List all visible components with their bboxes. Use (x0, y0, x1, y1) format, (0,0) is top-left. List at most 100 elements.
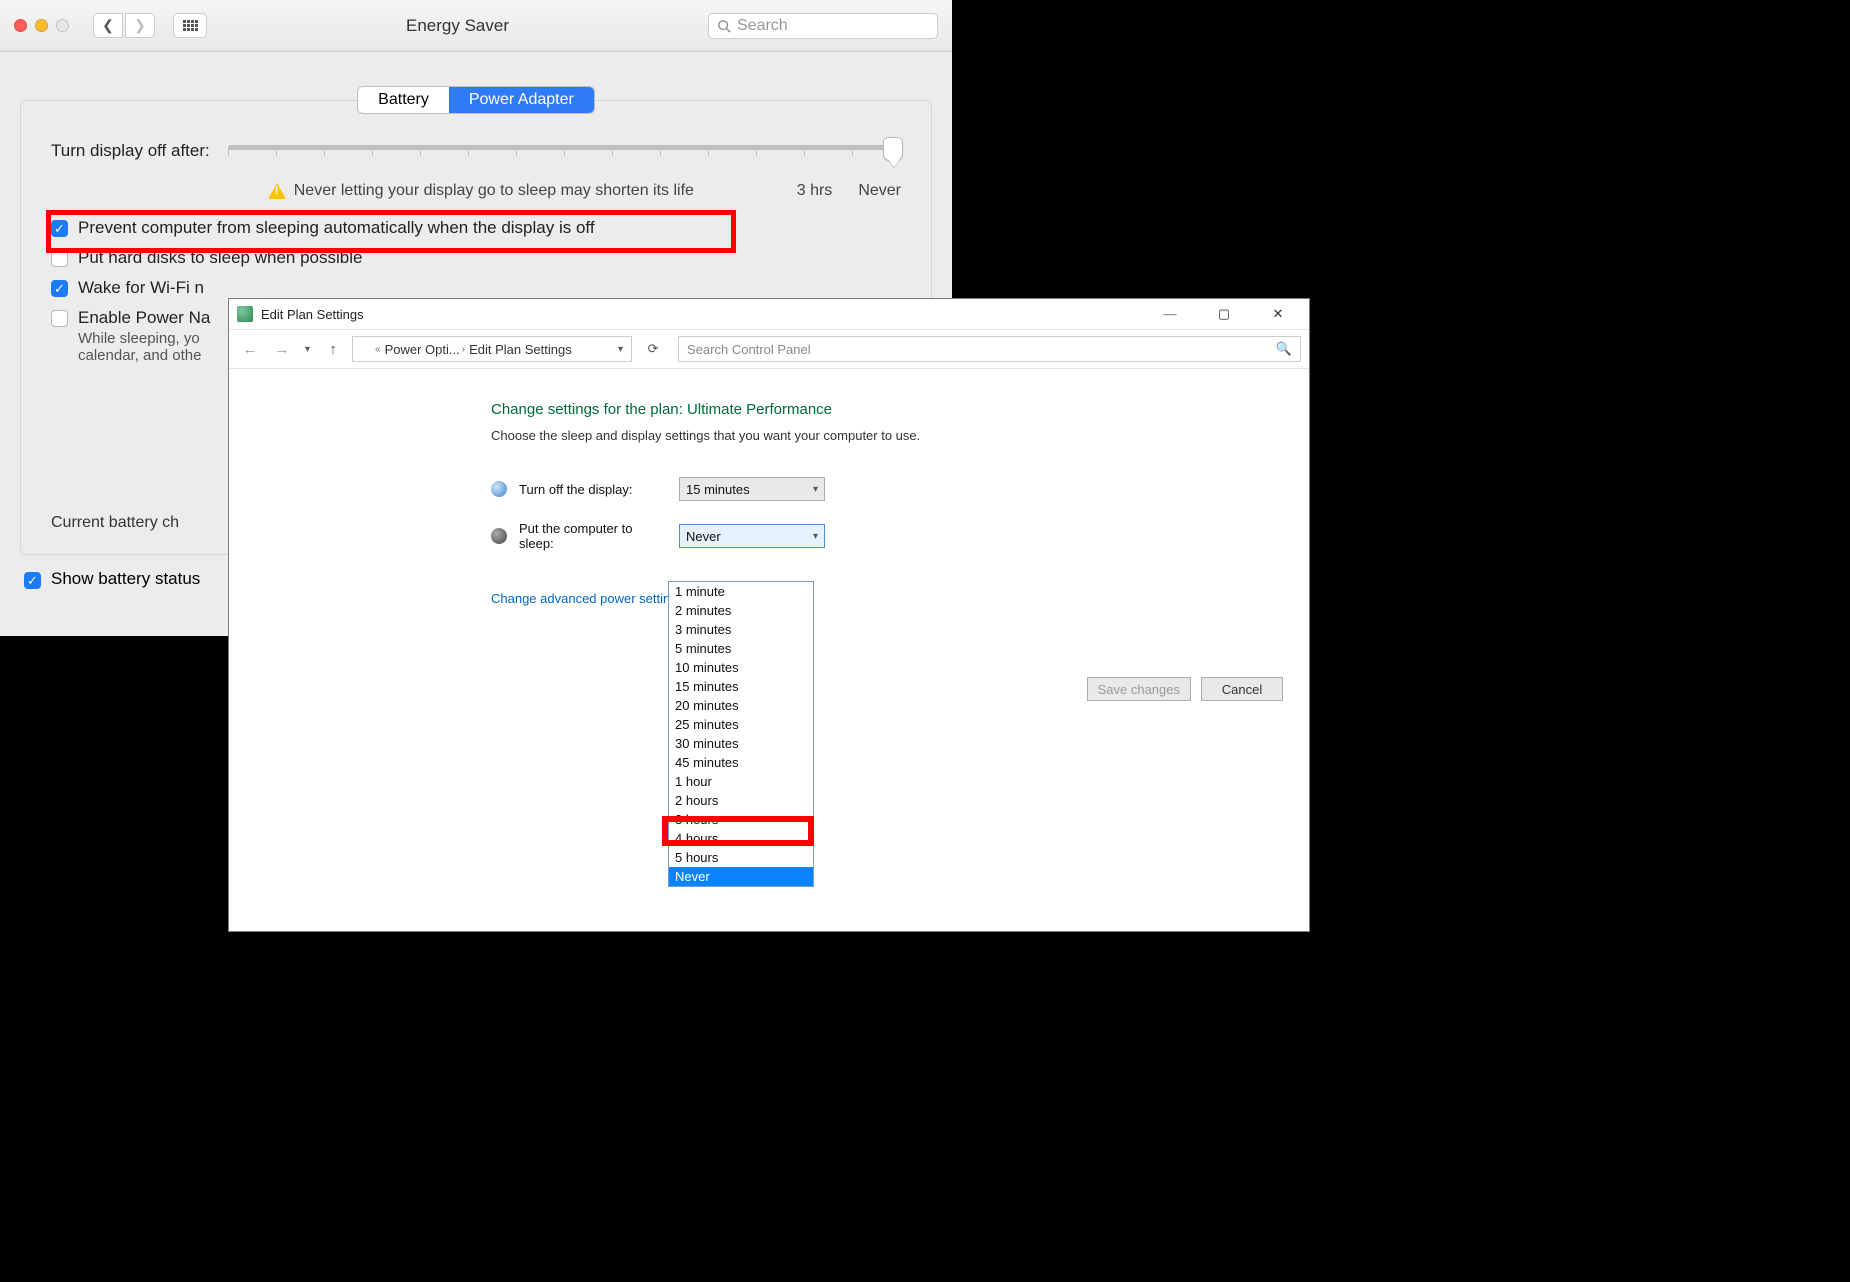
breadcrumb-1[interactable]: Power Opti... › (385, 342, 465, 357)
sleep-option[interactable]: 2 minutes (669, 601, 813, 620)
turn-off-display-label: Turn off the display: (519, 482, 667, 497)
display-warning: Never letting your display go to sleep m… (268, 182, 694, 200)
win-search-placeholder: Search Control Panel (687, 342, 811, 357)
cancel-button[interactable]: Cancel (1201, 677, 1283, 701)
win-titlebar: Edit Plan Settings ― ▢ ✕ (229, 299, 1309, 329)
slider-legend: Never letting your display go to sleep m… (228, 182, 901, 200)
put-sleep-label: Put the computer to sleep: (519, 521, 667, 551)
checkbox-show-status[interactable] (24, 572, 41, 589)
win-buttons: Save changes Cancel (1087, 677, 1283, 701)
checkbox-wake-wifi[interactable] (51, 280, 68, 297)
back-button[interactable]: ❮ (93, 13, 123, 38)
address-bar[interactable]: « Power Opti... › Edit Plan Settings ▾ (352, 336, 632, 362)
opt-wake-wifi[interactable]: Wake for Wi-Fi n (51, 278, 911, 298)
sleep-option[interactable]: 10 minutes (669, 658, 813, 677)
checkbox-power-nap[interactable] (51, 310, 68, 327)
display-off-row: Turn display off after: Never letting yo… (51, 145, 911, 200)
label-hard-disks: Put hard disks to sleep when possible (78, 248, 362, 268)
window-traffic-lights (14, 19, 69, 32)
save-changes-button[interactable]: Save changes (1087, 677, 1191, 701)
sleep-option[interactable]: 25 minutes (669, 715, 813, 734)
row-turn-off-display: Turn off the display: 15 minutes ▾ (491, 477, 1309, 501)
search-field[interactable]: Search (708, 13, 938, 39)
close-button[interactable]: ✕ (1255, 299, 1301, 329)
slider-mark-3hrs: 3 hrs (797, 182, 833, 200)
sleep-option[interactable]: 2 hours (669, 791, 813, 810)
label-prevent-sleep: Prevent computer from sleeping automatic… (78, 218, 595, 238)
turn-off-display-value: 15 minutes (686, 482, 750, 497)
sleep-option[interactable]: 3 hours (669, 810, 813, 829)
search-placeholder: Search (737, 17, 788, 35)
minimize-button[interactable]: ― (1147, 299, 1193, 329)
search-icon: 🔍 (1276, 341, 1292, 357)
sleep-option[interactable]: 20 minutes (669, 696, 813, 715)
opt-hard-disks[interactable]: Put hard disks to sleep when possible (51, 248, 911, 268)
warning-icon (268, 183, 286, 199)
sleep-option[interactable]: 45 minutes (669, 753, 813, 772)
slider-mark-never: Never (858, 182, 901, 200)
sleep-option[interactable]: 5 minutes (669, 639, 813, 658)
label-power-nap: Enable Power Na While sleeping, yo calen… (78, 308, 210, 364)
plan-heading: Change settings for the plan: Ultimate P… (491, 401, 1309, 418)
close-icon[interactable] (14, 19, 27, 32)
sleep-option[interactable]: Never (669, 867, 813, 886)
sleep-option[interactable]: 3 minutes (669, 620, 813, 639)
tab-power-adapter[interactable]: Power Adapter (449, 87, 594, 113)
sleep-option[interactable]: 1 hour (669, 772, 813, 791)
put-sleep-select[interactable]: Never ▾ (679, 524, 825, 548)
advanced-power-link[interactable]: Change advanced power settings (491, 591, 684, 606)
show-all-button[interactable] (173, 13, 207, 38)
nav-back[interactable]: ← (237, 341, 263, 358)
breadcrumb-2[interactable]: Edit Plan Settings (469, 342, 572, 357)
sleep-icon (491, 528, 507, 544)
sleep-option[interactable]: 1 minute (669, 582, 813, 601)
win-title-text: Edit Plan Settings (261, 307, 364, 322)
warning-text: Never letting your display go to sleep m… (294, 182, 694, 200)
checkbox-hard-disks[interactable] (51, 250, 68, 267)
sleep-option[interactable]: 5 hours (669, 848, 813, 867)
tab-battery[interactable]: Battery (358, 87, 449, 113)
win-navbar: ← → ▾ ↑ « Power Opti... › Edit Plan Sett… (229, 329, 1309, 369)
chevron-down-icon: ▾ (813, 531, 818, 542)
display-icon (491, 481, 507, 497)
label-show-status: Show battery status (51, 569, 200, 589)
grid-icon (183, 20, 198, 31)
win-search-field[interactable]: Search Control Panel 🔍 (678, 336, 1301, 362)
slider-thumb[interactable] (883, 137, 903, 161)
sleep-option[interactable]: 30 minutes (669, 734, 813, 753)
power-nap-title: Enable Power Na (78, 308, 210, 327)
chevron-down-icon: ▾ (813, 484, 818, 495)
nav-history[interactable]: ▾ (301, 344, 314, 355)
maximize-icon[interactable] (56, 19, 69, 32)
minimize-icon[interactable] (35, 19, 48, 32)
maximize-button[interactable]: ▢ (1201, 299, 1247, 329)
forward-button[interactable]: ❯ (125, 13, 155, 38)
breadcrumb-sep-0: « (375, 344, 381, 355)
power-nap-subtext: While sleeping, yo calendar, and othe (78, 330, 210, 364)
put-sleep-value: Never (686, 529, 721, 544)
power-icon (237, 306, 253, 322)
nav-up[interactable]: ↑ (320, 341, 346, 358)
sleep-dropdown-list[interactable]: 1 minute2 minutes3 minutes5 minutes10 mi… (668, 581, 814, 887)
turn-off-display-select[interactable]: 15 minutes ▾ (679, 477, 825, 501)
nav-forward[interactable]: → (269, 341, 295, 358)
display-off-label: Turn display off after: (51, 141, 210, 161)
battery-charge-label: Current battery ch (51, 514, 179, 531)
search-icon (717, 19, 731, 33)
window-title: Energy Saver (219, 16, 696, 36)
display-off-slider[interactable]: Never letting your display go to sleep m… (228, 145, 901, 200)
plan-desc: Choose the sleep and display settings th… (491, 428, 1309, 443)
power-icon-small (357, 342, 371, 356)
mac-titlebar: ❮ ❯ Energy Saver Search (0, 0, 952, 52)
win-body: Change settings for the plan: Ultimate P… (229, 369, 1309, 931)
refresh-button[interactable]: ⟳ (638, 341, 668, 357)
sleep-option[interactable]: 4 hours (669, 829, 813, 848)
checkbox-prevent-sleep[interactable] (51, 220, 68, 237)
sleep-option[interactable]: 15 minutes (669, 677, 813, 696)
opt-prevent-sleep[interactable]: Prevent computer from sleeping automatic… (51, 218, 911, 238)
win-edit-plan-window: Edit Plan Settings ― ▢ ✕ ← → ▾ ↑ « Power… (228, 298, 1310, 932)
addr-dropdown[interactable]: ▾ (614, 344, 627, 355)
row-put-to-sleep: Put the computer to sleep: Never ▾ (491, 521, 1309, 551)
nav-buttons: ❮ ❯ (93, 13, 155, 38)
label-wake-wifi: Wake for Wi-Fi n (78, 278, 204, 298)
